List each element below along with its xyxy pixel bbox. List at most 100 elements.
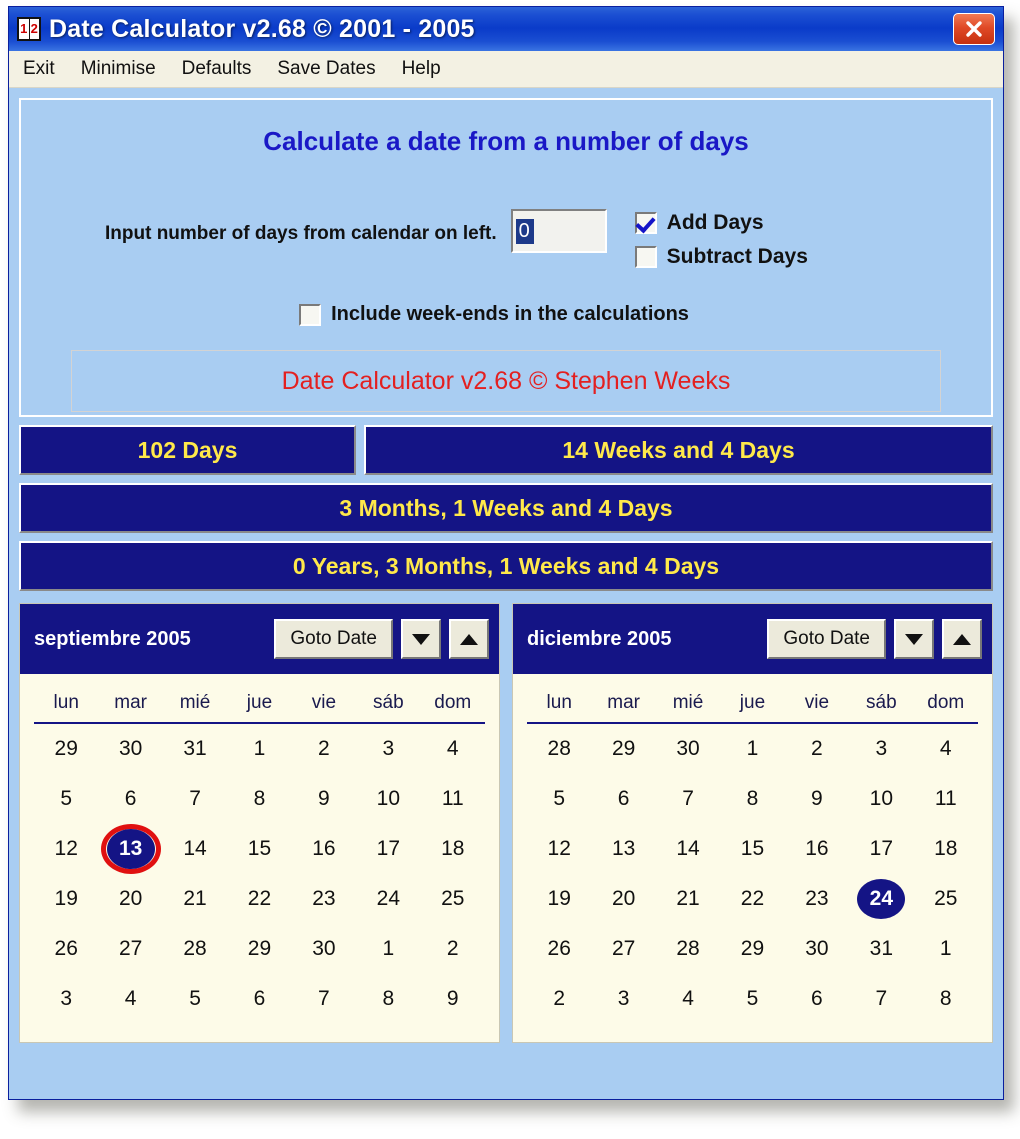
calendar-left-day-cell[interactable]: 2: [421, 924, 485, 974]
calendar-left-day-cell[interactable]: 3: [356, 723, 420, 774]
menu-item-save-dates[interactable]: Save Dates: [275, 56, 389, 82]
calendar-right-day-cell[interactable]: 1: [720, 723, 784, 774]
calendar-right-day-cell[interactable]: 13: [591, 824, 655, 874]
calendar-right-day-cell[interactable]: 26: [527, 924, 591, 974]
calendar-left-day-cell[interactable]: 21: [163, 874, 227, 924]
calendar-right-day-cell[interactable]: 21: [656, 874, 720, 924]
calendar-right-day-cell[interactable]: 2: [785, 723, 849, 774]
calendar-right-day-cell[interactable]: 11: [914, 774, 978, 824]
calendar-right-day-cell[interactable]: 9: [785, 774, 849, 824]
calendar-left-day-cell[interactable]: 11: [421, 774, 485, 824]
calendar-left-day-cell[interactable]: 30: [292, 924, 356, 974]
calendar-right-day-cell[interactable]: 3: [591, 974, 655, 1024]
calendar-right-day-cell[interactable]: 7: [656, 774, 720, 824]
calendar-left-day-cell[interactable]: 2: [292, 723, 356, 774]
include-weekends-checkbox[interactable]: [299, 303, 322, 326]
calendar-right-day-cell[interactable]: 25: [914, 874, 978, 924]
calendar-left-day-cell[interactable]: 26: [34, 924, 98, 974]
calendar-left-day-cell[interactable]: 28: [163, 924, 227, 974]
calendar-left-day-cell[interactable]: 8: [356, 974, 420, 1024]
calendar-left-prev-button[interactable]: [401, 619, 441, 659]
calendar-left-day-cell[interactable]: 1: [356, 924, 420, 974]
include-weekends-option[interactable]: Include week-ends in the calculations: [31, 303, 981, 326]
calendar-left-day-cell[interactable]: 29: [227, 924, 291, 974]
calendar-right-day-cell[interactable]: 4: [656, 974, 720, 1024]
calendar-left-day-cell[interactable]: 6: [227, 974, 291, 1024]
calendar-right-day-cell[interactable]: 2: [527, 974, 591, 1024]
calendar-left-day-cell[interactable]: 7: [163, 774, 227, 824]
calendar-right-selected-day[interactable]: 24: [849, 874, 913, 924]
calendar-right-day-cell[interactable]: 14: [656, 824, 720, 874]
calendar-left-day-cell[interactable]: 15: [227, 824, 291, 874]
calendar-right-day-cell[interactable]: 20: [591, 874, 655, 924]
calendar-right-day-cell[interactable]: 1: [914, 924, 978, 974]
calendar-left-day-cell[interactable]: 20: [98, 874, 162, 924]
subtract-days-option[interactable]: Subtract Days: [634, 245, 808, 269]
calendar-left-next-button[interactable]: [449, 619, 489, 659]
calendar-right-day-cell[interactable]: 6: [591, 774, 655, 824]
calendar-right-day-cell[interactable]: 7: [849, 974, 913, 1024]
calendar-left-day-cell[interactable]: 3: [34, 974, 98, 1024]
calendar-right-day-cell[interactable]: 8: [720, 774, 784, 824]
calendar-left-day-cell[interactable]: 31: [163, 723, 227, 774]
calendar-right-day-cell[interactable]: 5: [720, 974, 784, 1024]
calendar-right-day-cell[interactable]: 8: [914, 974, 978, 1024]
calendar-right-day-cell[interactable]: 17: [849, 824, 913, 874]
close-button[interactable]: [953, 13, 995, 45]
calendar-left-day-cell[interactable]: 9: [421, 974, 485, 1024]
calendar-left-day-cell[interactable]: 5: [163, 974, 227, 1024]
calendar-left-day-cell[interactable]: 18: [421, 824, 485, 874]
calendar-right-day-cell[interactable]: 27: [591, 924, 655, 974]
add-days-checkbox[interactable]: [634, 212, 657, 234]
calendar-left-goto-date-button[interactable]: Goto Date: [274, 619, 393, 659]
days-input[interactable]: 0: [510, 209, 607, 253]
calendar-left-day-cell[interactable]: 10: [356, 774, 420, 824]
calendar-left-day-cell[interactable]: 30: [98, 723, 162, 774]
menu-item-minimise[interactable]: Minimise: [79, 56, 170, 82]
calendar-left-day-cell[interactable]: 19: [34, 874, 98, 924]
calendar-right-day-cell[interactable]: 16: [785, 824, 849, 874]
subtract-days-checkbox[interactable]: [634, 246, 657, 268]
calendar-left-day-cell[interactable]: 14: [163, 824, 227, 874]
calendar-left-day-cell[interactable]: 4: [421, 723, 485, 774]
calendar-left-day-cell[interactable]: 17: [356, 824, 420, 874]
menu-item-defaults[interactable]: Defaults: [180, 56, 266, 82]
calendar-left-selected-day[interactable]: 13: [98, 824, 162, 874]
calendar-right-day-cell[interactable]: 28: [656, 924, 720, 974]
calendar-right-day-cell[interactable]: 3: [849, 723, 913, 774]
calendar-left-day-cell[interactable]: 23: [292, 874, 356, 924]
calendar-right-day-cell[interactable]: 5: [527, 774, 591, 824]
calendar-right-next-button[interactable]: [942, 619, 982, 659]
calendar-left-day-cell[interactable]: 8: [227, 774, 291, 824]
calendar-right-day-cell[interactable]: 29: [720, 924, 784, 974]
add-days-option[interactable]: Add Days: [634, 211, 808, 235]
calendar-left-day-cell[interactable]: 16: [292, 824, 356, 874]
calendar-right-day-cell[interactable]: 23: [785, 874, 849, 924]
calendar-right-day-cell[interactable]: 28: [527, 723, 591, 774]
calendar-right-day-cell[interactable]: 30: [785, 924, 849, 974]
calendar-right-prev-button[interactable]: [894, 619, 934, 659]
calendar-left-day-cell[interactable]: 22: [227, 874, 291, 924]
calendar-left-day-cell[interactable]: 5: [34, 774, 98, 824]
menu-item-exit[interactable]: Exit: [21, 56, 69, 82]
calendar-right-day-cell[interactable]: 30: [656, 723, 720, 774]
calendar-right-day-cell[interactable]: 10: [849, 774, 913, 824]
calendar-left-day-cell[interactable]: 9: [292, 774, 356, 824]
calendar-left-day-cell[interactable]: 12: [34, 824, 98, 874]
calendar-left-day-cell[interactable]: 6: [98, 774, 162, 824]
calendar-right-goto-date-button[interactable]: Goto Date: [767, 619, 886, 659]
calendar-left-day-cell[interactable]: 4: [98, 974, 162, 1024]
calendar-right-day-cell[interactable]: 15: [720, 824, 784, 874]
calendar-left-day-cell[interactable]: 1: [227, 723, 291, 774]
calendar-right-day-cell[interactable]: 6: [785, 974, 849, 1024]
calendar-left-day-cell[interactable]: 27: [98, 924, 162, 974]
calendar-left-day-cell[interactable]: 29: [34, 723, 98, 774]
menu-item-help[interactable]: Help: [400, 56, 455, 82]
calendar-left-day-cell[interactable]: 25: [421, 874, 485, 924]
calendar-left-day-cell[interactable]: 24: [356, 874, 420, 924]
calendar-right-day-cell[interactable]: 18: [914, 824, 978, 874]
calendar-right-day-cell[interactable]: 22: [720, 874, 784, 924]
calendar-left-day-cell[interactable]: 7: [292, 974, 356, 1024]
calendar-right-day-cell[interactable]: 12: [527, 824, 591, 874]
calendar-right-day-cell[interactable]: 29: [591, 723, 655, 774]
